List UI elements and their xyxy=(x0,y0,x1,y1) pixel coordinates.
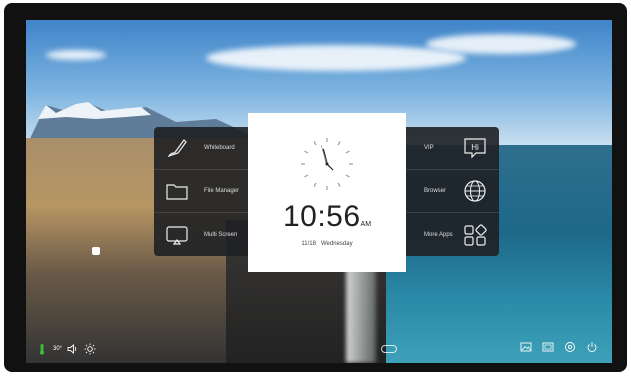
app-browser[interactable]: Browser xyxy=(406,170,499,213)
left-app-panel: Whiteboard File Manager Multi Screen xyxy=(154,127,252,256)
app-file-manager[interactable]: File Manager xyxy=(154,170,252,213)
temperature-value: 30° xyxy=(53,346,63,352)
digital-time: 10:56AM xyxy=(248,200,406,234)
settings-icon[interactable] xyxy=(564,341,576,353)
hi-text: Hi xyxy=(471,143,479,152)
app-label: VIP xyxy=(424,145,434,151)
volume-icon[interactable] xyxy=(67,343,79,355)
status-bar-left: 30° xyxy=(36,343,96,355)
app-more-apps[interactable]: More Apps xyxy=(406,213,499,256)
app-label: More Apps xyxy=(424,231,453,238)
power-icon[interactable] xyxy=(586,341,598,353)
globe-icon xyxy=(464,180,486,202)
wallpaper-icon[interactable] xyxy=(520,341,532,353)
app-label: Whiteboard xyxy=(204,145,235,151)
wallpaper-cloud xyxy=(206,45,466,71)
time-period: AM xyxy=(360,221,372,228)
wallpaper-cloud xyxy=(46,50,106,60)
clock-widget[interactable]: 10:56AM 11/18 Wednesday xyxy=(248,113,406,272)
app-multi-screen[interactable]: Multi Screen xyxy=(154,213,252,256)
wallpaper-cloud xyxy=(426,34,576,54)
app-vip[interactable]: VIP Hi xyxy=(406,127,499,170)
hi-chat-icon: Hi xyxy=(464,138,486,159)
app-label: Browser xyxy=(424,188,447,194)
home-screen: Whiteboard File Manager Multi Screen 10:… xyxy=(26,20,612,363)
date-line: 11/18 Wednesday xyxy=(248,241,406,247)
app-label: File Manager xyxy=(204,188,240,194)
app-whiteboard[interactable]: Whiteboard xyxy=(154,127,252,170)
screenshot-icon[interactable] xyxy=(542,341,554,353)
folder-icon xyxy=(166,184,188,200)
apps-grid-icon xyxy=(464,223,487,246)
brightness-icon[interactable] xyxy=(84,343,96,355)
floating-home-button[interactable] xyxy=(92,247,100,255)
display-bezel: Whiteboard File Manager Multi Screen 10:… xyxy=(4,3,627,372)
analog-clock-icon xyxy=(301,138,353,190)
status-bar-right xyxy=(520,341,598,353)
time-value: 10:56 xyxy=(282,200,361,233)
navigation-handle[interactable] xyxy=(381,345,397,353)
right-app-panel: VIP Hi Browser More Apps xyxy=(406,127,499,256)
app-label: Multi Screen xyxy=(204,231,238,238)
cast-screen-icon xyxy=(166,225,188,245)
weekday-value: Wednesday xyxy=(321,241,353,247)
pen-icon xyxy=(167,139,187,158)
date-value: 11/18 xyxy=(301,241,316,247)
thermometer-icon xyxy=(39,344,45,355)
